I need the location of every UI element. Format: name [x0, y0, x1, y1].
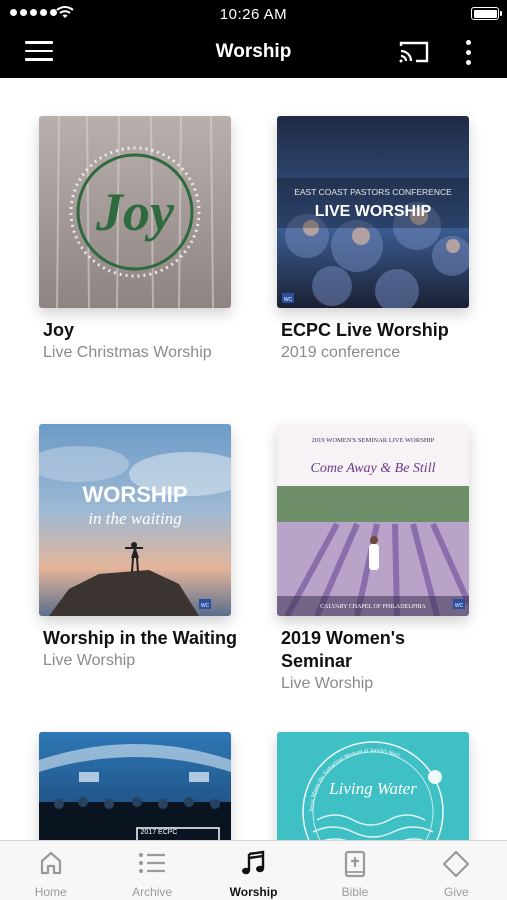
- conference-art-label: 2017 ECPC: [141, 829, 178, 836]
- album-subtitle: 2019 conference: [281, 344, 401, 361]
- album-card-ecpc-2017[interactable]: 2017 ECPC: [39, 732, 239, 840]
- ecpc-art-line2: LIVE WORSHIP: [315, 203, 432, 220]
- status-time: 10:26 AM: [219, 6, 288, 23]
- album-card-joy[interactable]: Joy Joy Live Christmas Worship: [39, 116, 239, 363]
- tab-give[interactable]: Give: [406, 841, 507, 900]
- tab-label: Give: [443, 885, 469, 899]
- album-card-ecpc[interactable]: EAST COAST PASTORS CONFERENCE LIVE WORSH…: [277, 116, 477, 363]
- seminar-art-script: Come Away & Be Still: [311, 461, 436, 476]
- album-subtitle: Live Worship: [281, 675, 374, 692]
- ecpc-art-line1: EAST COAST PASTORS CONFERENCE: [294, 187, 452, 197]
- waiting-art-line1: WORSHIP: [82, 482, 187, 507]
- waiting-art-badge: WC: [201, 603, 210, 609]
- page-title: Worship: [215, 41, 292, 62]
- album-artwork-ecpc: EAST COAST PASTORS CONFERENCE LIVE WORSH…: [277, 116, 469, 308]
- music-note-icon: [241, 850, 264, 875]
- tab-label: Home: [34, 885, 67, 899]
- status-bar: 10:26 AM: [0, 0, 507, 28]
- tab-bar: Home Archive Worship Bible Give: [0, 840, 507, 900]
- ecpc-art-badge: WC: [284, 297, 293, 303]
- tab-label: Bible: [341, 885, 369, 899]
- joy-art-word: Joy: [95, 182, 175, 242]
- battery-icon: [471, 7, 502, 20]
- worship-album-grid: Joy Joy Live Christmas Worship EAST COAS…: [0, 78, 507, 840]
- nav-bar: Worship: [0, 28, 507, 78]
- album-artwork-living-water: Jesus Meets the Samaritan Woman at Jacob…: [277, 732, 469, 840]
- tab-home[interactable]: Home: [0, 841, 101, 900]
- seminar-art-top: 2019 WOMEN'S SEMINAR LIVE WORSHIP: [312, 437, 435, 444]
- tab-worship[interactable]: Worship: [203, 841, 304, 900]
- album-subtitle: Live Worship: [43, 652, 136, 669]
- album-card-womens-seminar[interactable]: 2019 WOMEN'S SEMINAR LIVE WORSHIP Come A…: [277, 424, 477, 694]
- more-options-icon[interactable]: [459, 39, 479, 67]
- tab-archive[interactable]: Archive: [101, 841, 202, 900]
- album-artwork-seminar: 2019 WOMEN'S SEMINAR LIVE WORSHIP Come A…: [277, 424, 469, 616]
- tab-label: Archive: [132, 885, 173, 899]
- seminar-art-badge: WC: [455, 603, 464, 609]
- album-artwork-conference: 2017 ECPC: [39, 732, 231, 840]
- album-subtitle: Live Christmas Worship: [43, 344, 212, 361]
- living-water-art-word: Living Water: [328, 779, 417, 798]
- list-icon: [139, 853, 166, 873]
- cast-icon[interactable]: [398, 40, 430, 64]
- album-card-living-water[interactable]: Jesus Meets the Samaritan Woman at Jacob…: [277, 732, 477, 840]
- album-title: ECPC Live Worship: [281, 320, 449, 340]
- tab-bible[interactable]: Bible: [304, 841, 405, 900]
- album-artwork-waiting: WORSHIP in the waiting WC: [39, 424, 231, 616]
- home-icon: [40, 851, 61, 875]
- album-title: Joy: [43, 320, 75, 340]
- bible-icon: [344, 850, 366, 878]
- diamond-icon: [443, 850, 470, 878]
- album-title: Worship in the Waiting: [43, 628, 237, 648]
- album-title: 2019 Women's Seminar: [281, 628, 406, 671]
- tab-label: Worship: [229, 885, 278, 899]
- seminar-art-bottom: CALVARY CHAPEL OF PHILADELPHIA: [320, 604, 426, 610]
- waiting-art-line2: in the waiting: [88, 509, 182, 528]
- album-artwork-joy: Joy: [39, 116, 231, 308]
- album-card-worship-in-the-waiting[interactable]: WORSHIP in the waiting WC Worship in the…: [39, 424, 239, 671]
- hamburger-menu-icon[interactable]: [25, 41, 53, 63]
